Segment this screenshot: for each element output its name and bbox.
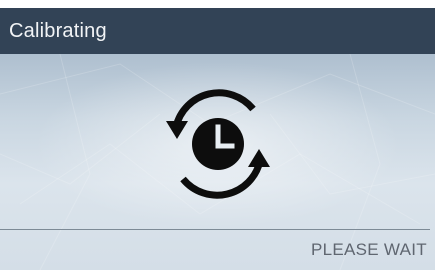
title-bar: Calibrating: [0, 8, 435, 54]
dialog-title: Calibrating: [9, 19, 107, 42]
divider: [0, 229, 430, 230]
calibrating-dialog: Calibrating PLEASE WAIT: [0, 8, 435, 270]
dialog-content: PLEASE WAIT: [0, 54, 435, 270]
calibrating-clock-icon: [166, 89, 270, 199]
status-text: PLEASE WAIT: [310, 240, 427, 259]
